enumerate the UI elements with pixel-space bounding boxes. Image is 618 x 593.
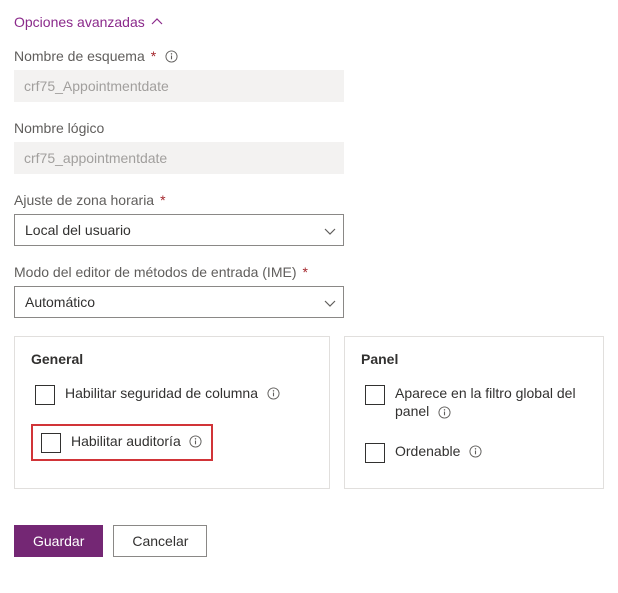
global-filter-label: Aparece en la filtro global del panel — [395, 384, 583, 420]
timezone-select[interactable]: Local del usuario — [14, 214, 344, 246]
sortable-checkbox[interactable] — [365, 443, 385, 463]
logical-name-input[interactable] — [14, 142, 344, 174]
required-asterisk: * — [160, 192, 165, 208]
column-security-text: Habilitar seguridad de columna — [65, 384, 258, 402]
logical-name-label: Nombre lógico — [14, 120, 604, 136]
column-security-row: Habilitar seguridad de columna — [31, 381, 313, 408]
info-icon[interactable] — [437, 405, 451, 419]
info-icon[interactable] — [266, 386, 280, 400]
general-panel-title: General — [31, 351, 313, 367]
schema-name-label: Nombre de esquema * — [14, 48, 604, 64]
info-icon[interactable] — [189, 434, 203, 448]
panel-panel: Panel Aparece en la filtro global del pa… — [344, 336, 604, 489]
logical-name-field: Nombre lógico — [14, 120, 604, 174]
save-button[interactable]: Guardar — [14, 525, 103, 557]
sortable-text: Ordenable — [395, 442, 460, 460]
chevron-up-icon — [151, 16, 163, 28]
enable-audit-checkbox[interactable] — [41, 433, 61, 453]
schema-name-field: Nombre de esquema * — [14, 48, 604, 102]
required-asterisk: * — [303, 264, 308, 280]
sortable-label: Ordenable — [395, 442, 482, 460]
ime-mode-value: Automático — [25, 294, 95, 310]
ime-mode-label: Modo del editor de métodos de entrada (I… — [14, 264, 604, 280]
global-filter-text: Aparece en la filtro global del panel — [395, 385, 576, 419]
schema-name-input[interactable] — [14, 70, 344, 102]
ime-mode-label-text: Modo del editor de métodos de entrada (I… — [14, 264, 297, 280]
global-filter-row: Aparece en la filtro global del panel — [361, 381, 587, 423]
advanced-options-toggle[interactable]: Opciones avanzadas — [14, 14, 163, 30]
ime-mode-select[interactable]: Automático — [14, 286, 344, 318]
info-icon[interactable] — [468, 444, 482, 458]
column-security-checkbox[interactable] — [35, 385, 55, 405]
global-filter-checkbox[interactable] — [365, 385, 385, 405]
ime-mode-field: Modo del editor de métodos de entrada (I… — [14, 264, 604, 318]
action-buttons: Guardar Cancelar — [14, 525, 604, 557]
chevron-down-icon — [324, 296, 336, 308]
enable-audit-label: Habilitar auditoría — [71, 432, 203, 450]
cancel-button[interactable]: Cancelar — [113, 525, 207, 557]
logical-name-label-text: Nombre lógico — [14, 120, 104, 136]
column-security-label: Habilitar seguridad de columna — [65, 384, 280, 402]
enable-audit-text: Habilitar auditoría — [71, 432, 181, 450]
timezone-field: Ajuste de zona horaria * Local del usuar… — [14, 192, 604, 246]
advanced-options-label: Opciones avanzadas — [14, 14, 145, 30]
settings-panels: General Habilitar seguridad de columna H… — [14, 336, 604, 489]
general-panel: General Habilitar seguridad de columna H… — [14, 336, 330, 489]
timezone-value: Local del usuario — [25, 222, 131, 238]
enable-audit-row: Habilitar auditoría — [31, 424, 213, 461]
chevron-down-icon — [324, 224, 336, 236]
panel-panel-title: Panel — [361, 351, 587, 367]
info-icon[interactable] — [164, 49, 178, 63]
required-asterisk: * — [151, 48, 156, 64]
timezone-label-text: Ajuste de zona horaria — [14, 192, 154, 208]
schema-name-label-text: Nombre de esquema — [14, 48, 145, 64]
sortable-row: Ordenable — [361, 439, 587, 466]
timezone-label: Ajuste de zona horaria * — [14, 192, 604, 208]
